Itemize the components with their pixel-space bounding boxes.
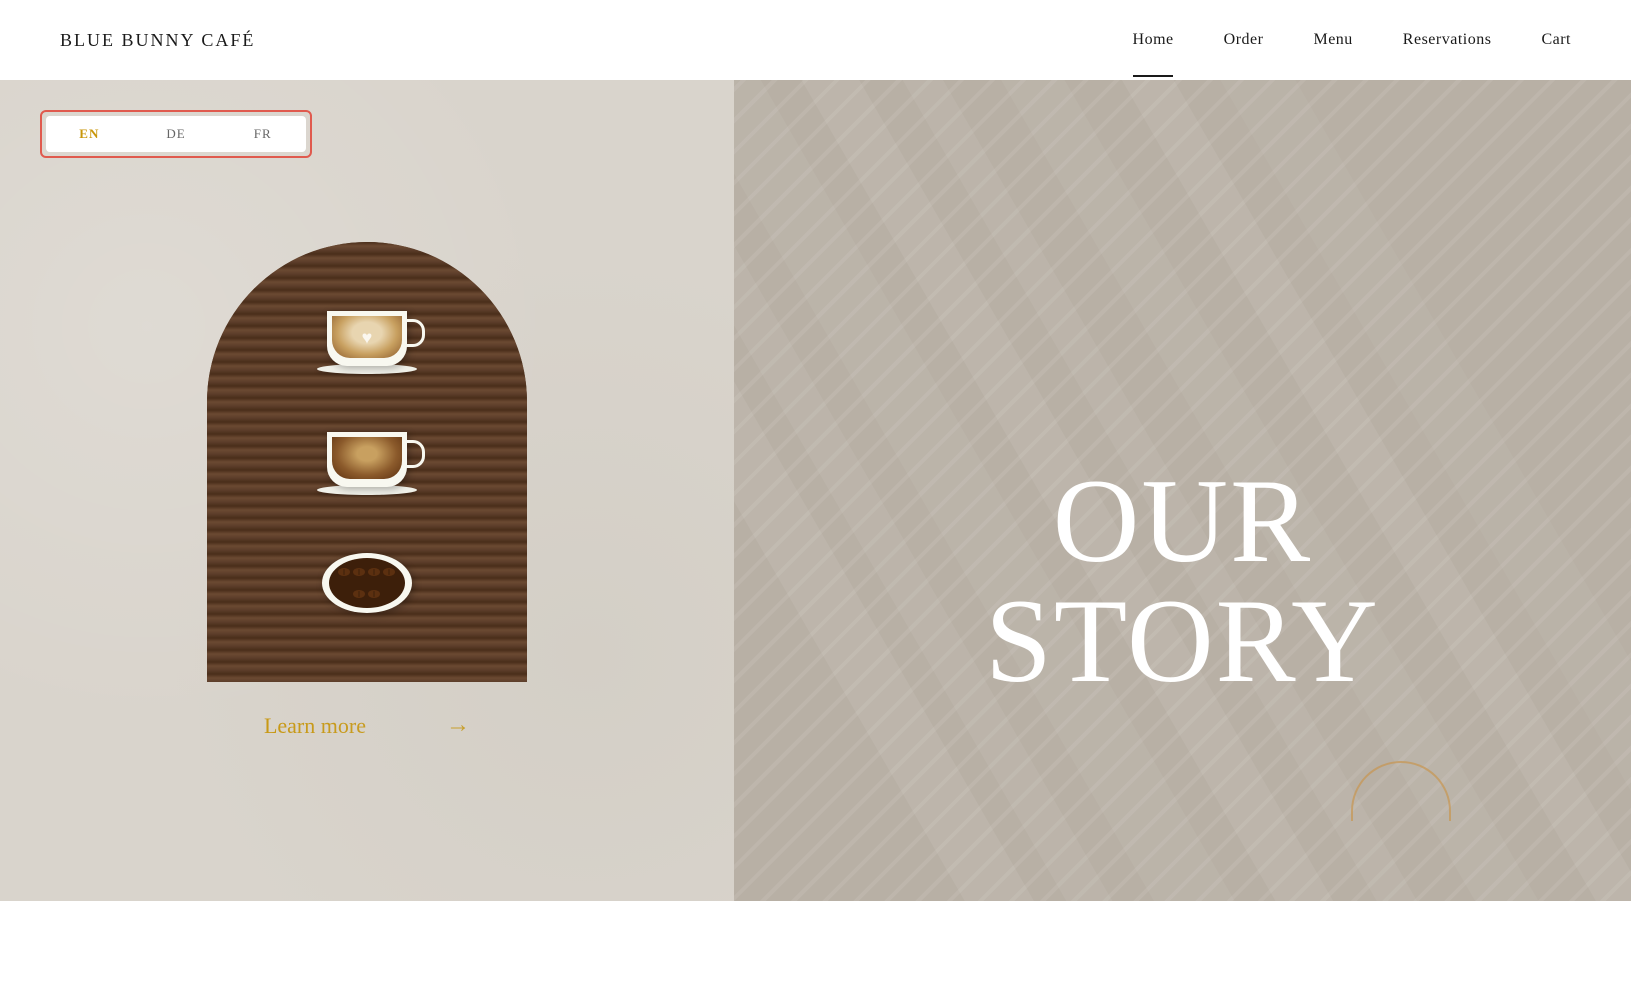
headline-story: STORY <box>985 581 1380 701</box>
heart-latte-art: ♥ <box>362 328 373 349</box>
bean-5 <box>353 590 365 598</box>
beans-fill <box>329 558 405 608</box>
espresso-cup-item <box>317 432 417 495</box>
learn-more-section: Learn more → <box>264 712 470 739</box>
main-nav: BLUE BUNNY CAFÉ Home Order Menu Reservat… <box>0 0 1631 80</box>
left-panel: EN DE FR ♥ <box>0 80 734 901</box>
lang-switcher-wrapper: EN DE FR <box>40 110 312 158</box>
lang-btn-en[interactable]: EN <box>46 116 133 152</box>
latte-cup-item: ♥ <box>317 311 417 374</box>
bean-2 <box>353 568 365 576</box>
latte-fill: ♥ <box>332 316 402 358</box>
espresso-cup <box>327 432 407 487</box>
main-content: EN DE FR ♥ <box>0 80 1631 901</box>
nav-link-cart[interactable]: Cart <box>1541 31 1571 49</box>
nav-link-reservations[interactable]: Reservations <box>1403 31 1492 49</box>
headline-our: OUR <box>985 461 1380 581</box>
coffee-arch-image: ♥ <box>207 242 527 682</box>
lang-switcher: EN DE FR <box>46 116 306 152</box>
bean-4 <box>383 568 395 576</box>
beans-cup <box>322 553 412 613</box>
espresso-fill <box>332 437 402 479</box>
learn-more-arrow[interactable]: → <box>446 712 470 739</box>
site-logo: BLUE BUNNY CAFÉ <box>60 30 255 51</box>
bean-6 <box>368 590 380 598</box>
cups-container: ♥ <box>207 242 527 682</box>
latte-cup: ♥ <box>327 311 407 366</box>
bean-1 <box>338 568 350 576</box>
nav-link-home[interactable]: Home <box>1133 31 1174 49</box>
bean-3 <box>368 568 380 576</box>
our-story-headline: OUR STORY <box>985 461 1380 701</box>
lang-btn-fr[interactable]: FR <box>219 116 306 152</box>
nav-links: Home Order Menu Reservations Cart <box>1133 31 1571 49</box>
lang-btn-de[interactable]: DE <box>133 116 220 152</box>
nav-link-order[interactable]: Order <box>1224 31 1264 49</box>
learn-more-text[interactable]: Learn more <box>264 713 366 739</box>
right-panel: OUR STORY <box>734 80 1631 901</box>
beans-cup-item <box>322 553 412 613</box>
nav-link-menu[interactable]: Menu <box>1313 31 1352 49</box>
